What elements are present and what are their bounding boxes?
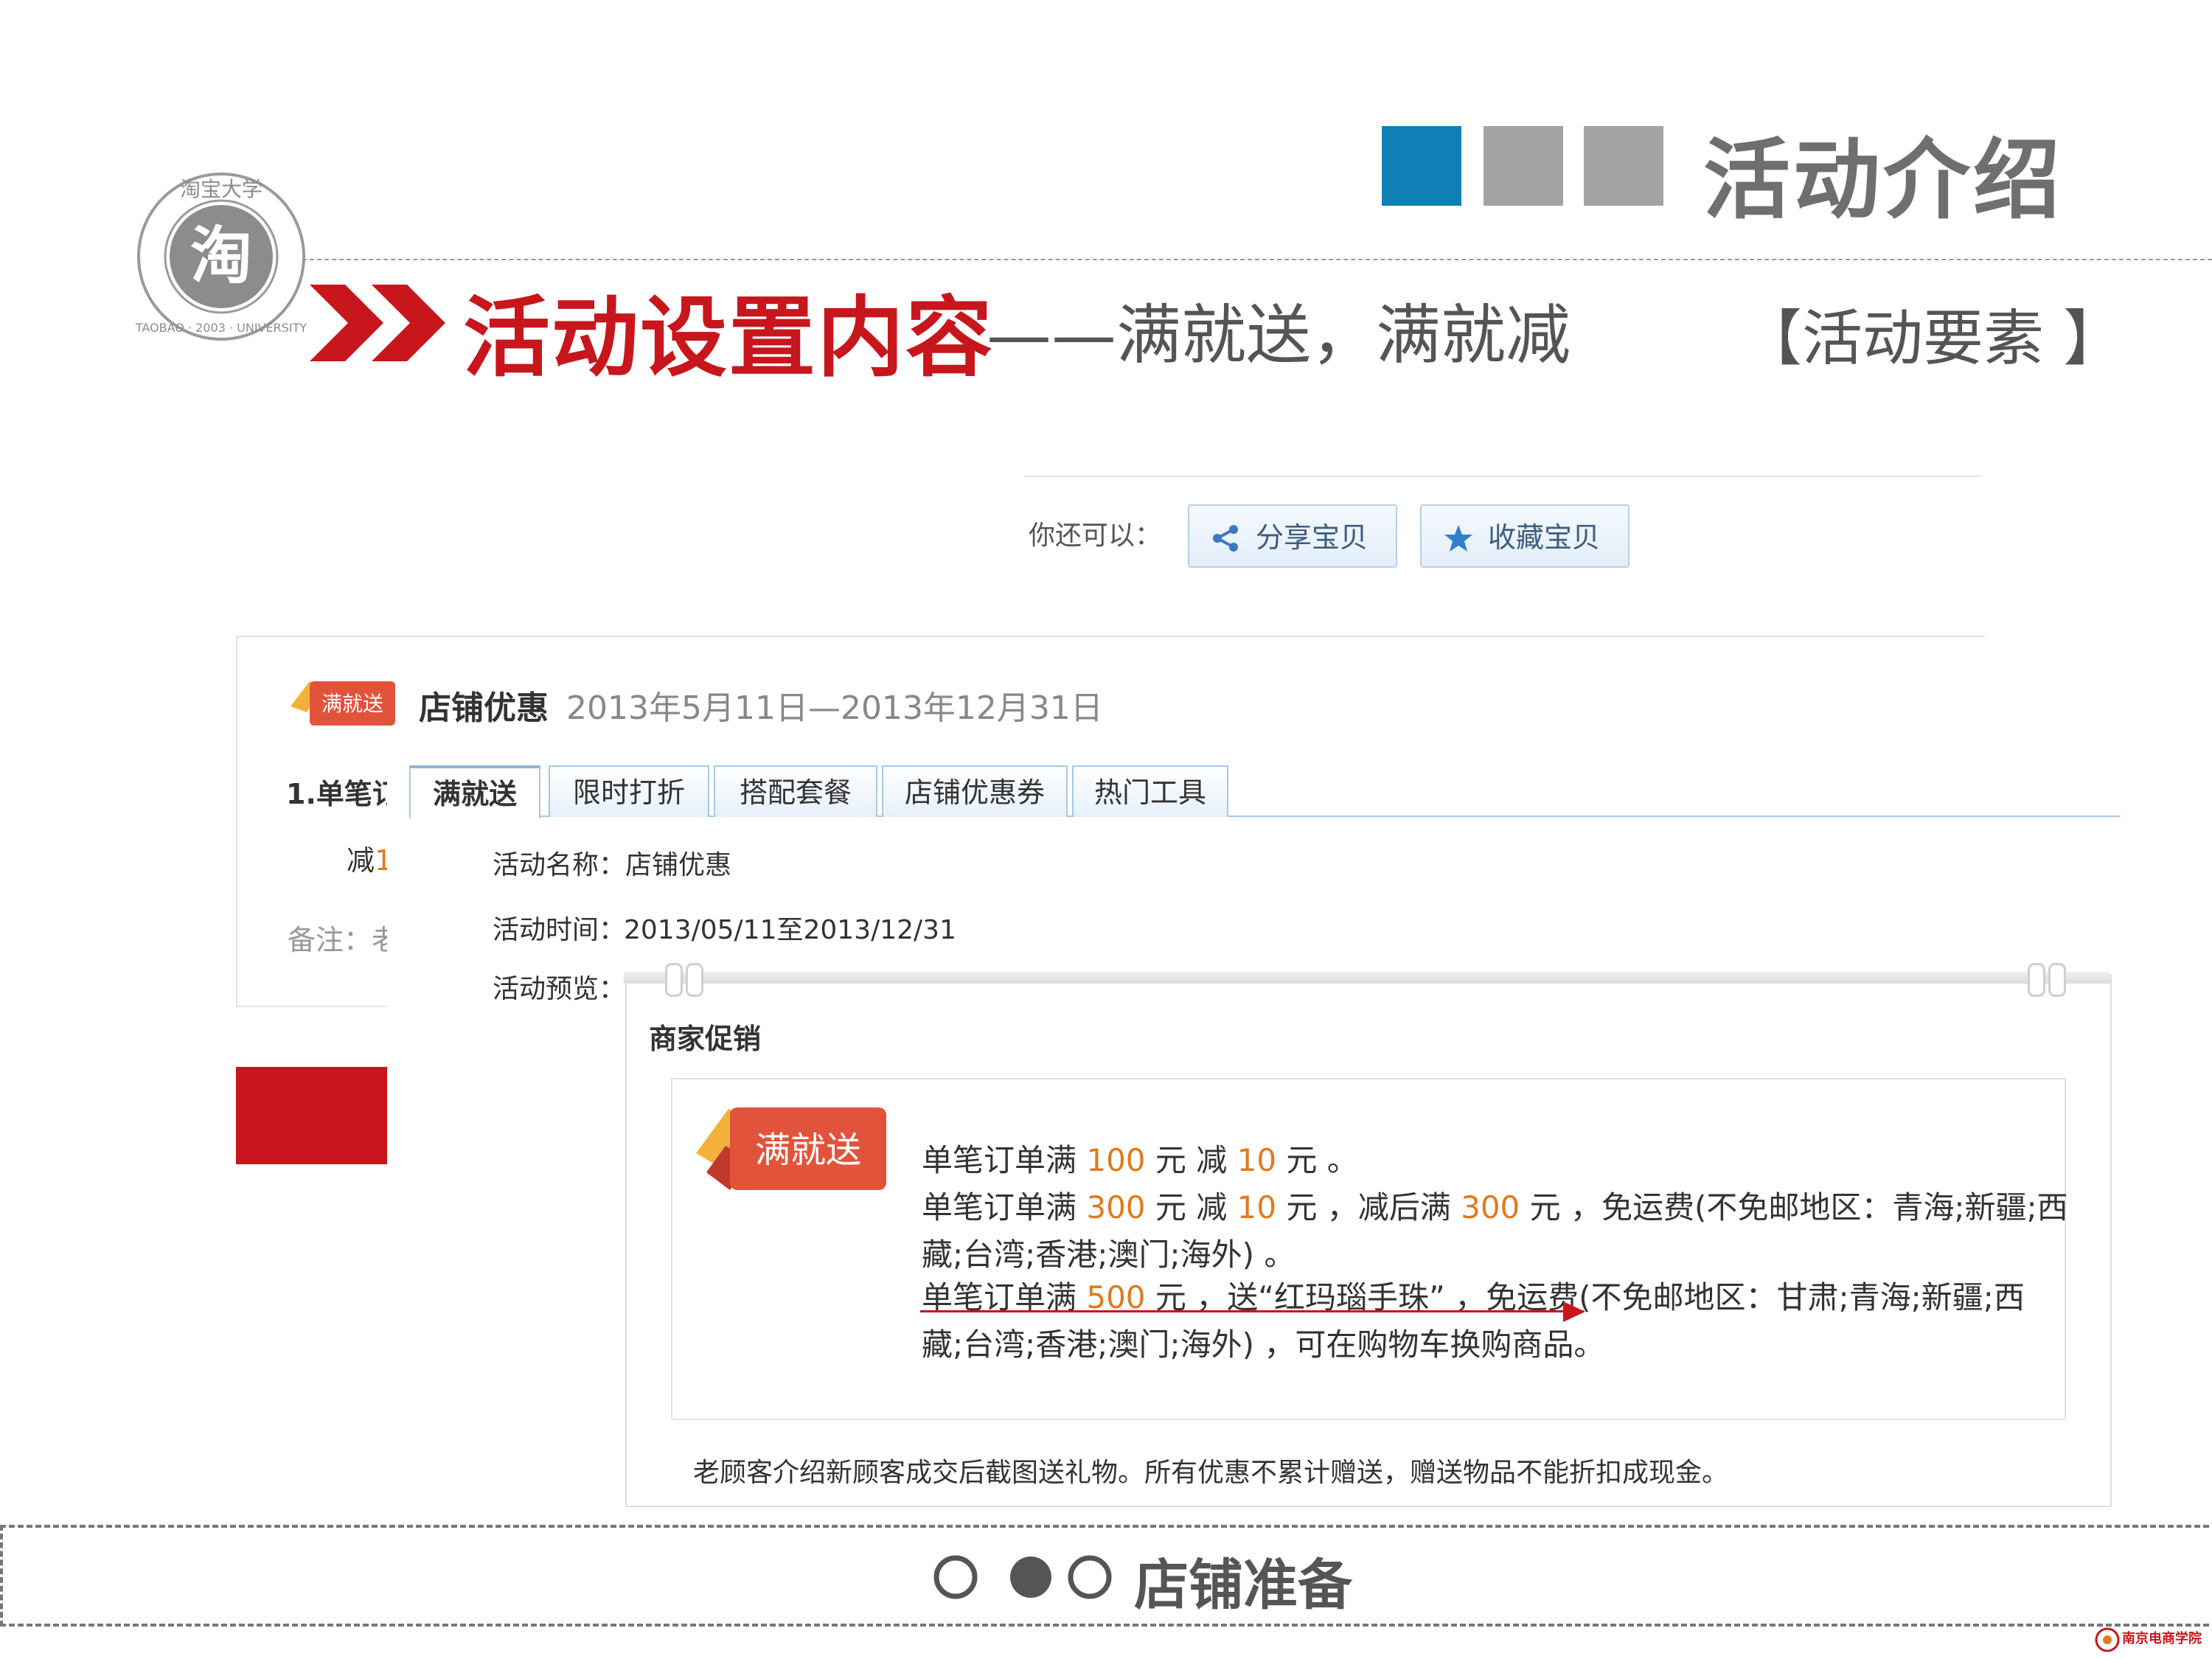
section-subtitle: ——满就送，满就减 — [987, 297, 1571, 373]
back-card-rule: 1.单笔订 — [286, 778, 400, 810]
activity-name-label: 活动名称： — [493, 850, 626, 880]
preview-top-bar — [624, 972, 2110, 984]
taobao-university-logo: 淘 淘宝大学 TAOBAO · 2003 · UNIVERSITY — [135, 173, 307, 341]
share-strip-border — [1023, 476, 1982, 477]
red-banner-fragment — [236, 1067, 387, 1164]
footer-section-label: 店铺准备 — [1134, 1554, 1352, 1617]
svg-text:淘宝大学: 淘宝大学 — [180, 177, 262, 201]
back-card-discount-prefix: 减 — [347, 844, 375, 877]
favorite-button-label: 收藏宝贝 — [1488, 521, 1601, 554]
man-jiu-song-badge: 满就送 — [291, 681, 395, 726]
highlight-arrow-icon — [1563, 1301, 1585, 1322]
activity-preview-label: 活动预览： — [493, 974, 626, 1004]
rule-2-text-a: 单笔订单满 — [922, 1189, 1087, 1225]
rule-2-threshold: 300 — [1086, 1189, 1146, 1225]
rule-1-text-c: 元 。 — [1276, 1142, 1358, 1178]
header-square-blue — [1382, 126, 1461, 206]
promo-rule-2-cont: 藏;台湾;香港;澳门;海外) 。 — [922, 1237, 1295, 1273]
back-card-note: 备注：老 — [288, 924, 400, 956]
preview-clip-left-2 — [686, 963, 703, 997]
back-card-discount: 减1 — [347, 838, 392, 878]
svg-text:淘: 淘 — [190, 220, 252, 292]
activity-elements-tag: 【活动要素 】 — [1742, 304, 2124, 374]
share-item-button[interactable]: 分享宝贝 — [1188, 504, 1397, 568]
back-card-dates: 2013年5月11日—2013年12月31日 — [566, 689, 1103, 727]
section-title: 活动设置内容 — [463, 287, 995, 389]
activity-time-label: 活动时间： — [493, 915, 626, 945]
share-prompt-label: 你还可以： — [1029, 521, 1162, 551]
share-icon — [1213, 525, 1238, 552]
header-square-gray-2 — [1584, 126, 1663, 206]
header-square-gray-1 — [1484, 126, 1563, 206]
promo-rule-3-cont: 藏;台湾;香港;澳门;海外) ，可在购物车换购商品。 — [922, 1326, 1605, 1363]
promo-rule-2: 单笔订单满 300 元 减 10 元 ，减后满 300 元 ，免运费(不免邮地区… — [922, 1183, 2068, 1228]
promo-rule-1: 单笔订单满 100 元 减 10 元 。 — [922, 1135, 1358, 1180]
progress-dots-icon — [933, 1555, 1112, 1599]
promo-badge-text: 满就送 — [755, 1130, 861, 1171]
tab-man-jiu-song[interactable]: 满就送 — [409, 765, 540, 818]
activity-time-value: 2013/05/11至2013/12/31 — [624, 915, 956, 945]
rule-1-discount: 10 — [1237, 1142, 1277, 1178]
college-name: 南京电商学院 — [2122, 1631, 2202, 1646]
activity-name-value: 店铺优惠 — [625, 850, 732, 880]
rule-2-text-b: 元 减 — [1145, 1189, 1237, 1225]
rule-1-text-a: 单笔订单满 — [922, 1142, 1087, 1178]
share-button-label: 分享宝贝 — [1256, 521, 1368, 554]
favorite-item-button[interactable]: 收藏宝贝 — [1420, 504, 1630, 568]
rule-2-discount: 10 — [1237, 1189, 1277, 1225]
merchant-promo-title: 商家促销 — [649, 1023, 762, 1055]
rule-2-free-shipping-threshold: 300 — [1461, 1189, 1520, 1225]
rule-2-text-d: 元 ，免运费(不免邮地区：青海;新疆;西 — [1520, 1189, 2068, 1225]
back-card-title: 店铺优惠 — [419, 689, 549, 727]
rule-1-threshold: 100 — [1086, 1142, 1146, 1178]
preview-clip-right-2 — [2048, 963, 2066, 997]
highlight-underline — [920, 1310, 1584, 1312]
tab-limited-discount[interactable]: 限时打折 — [549, 765, 709, 817]
rule-1-text-b: 元 减 — [1145, 1142, 1237, 1178]
preview-clip-left-1 — [665, 963, 683, 997]
man-jiu-song-large-badge: 满就送 — [696, 1107, 886, 1190]
tab-combo-package[interactable]: 搭配套餐 — [714, 765, 877, 817]
double-chevron-icon — [310, 285, 445, 361]
preview-clip-right-1 — [2028, 963, 2045, 997]
back-badge-text: 满就送 — [321, 692, 383, 716]
slide-header-title: 活动介绍 — [1703, 129, 2064, 231]
header-divider — [302, 259, 2212, 260]
star-icon — [1444, 525, 1472, 552]
tab-hot-tools[interactable]: 热门工具 — [1072, 765, 1228, 817]
svg-text:TAOBAO · 2003 · UNIVERSITY: TAOBAO · 2003 · UNIVERSITY — [135, 321, 307, 335]
tab-shop-coupon[interactable]: 店铺优惠券 — [882, 765, 1068, 817]
promo-footnote: 老顾客介绍新顾客成交后截图送礼物。所有优惠不累计赠送，赠送物品不能折扣成现金。 — [693, 1458, 1729, 1488]
rule-2-text-c: 元 ，减后满 — [1276, 1189, 1461, 1225]
